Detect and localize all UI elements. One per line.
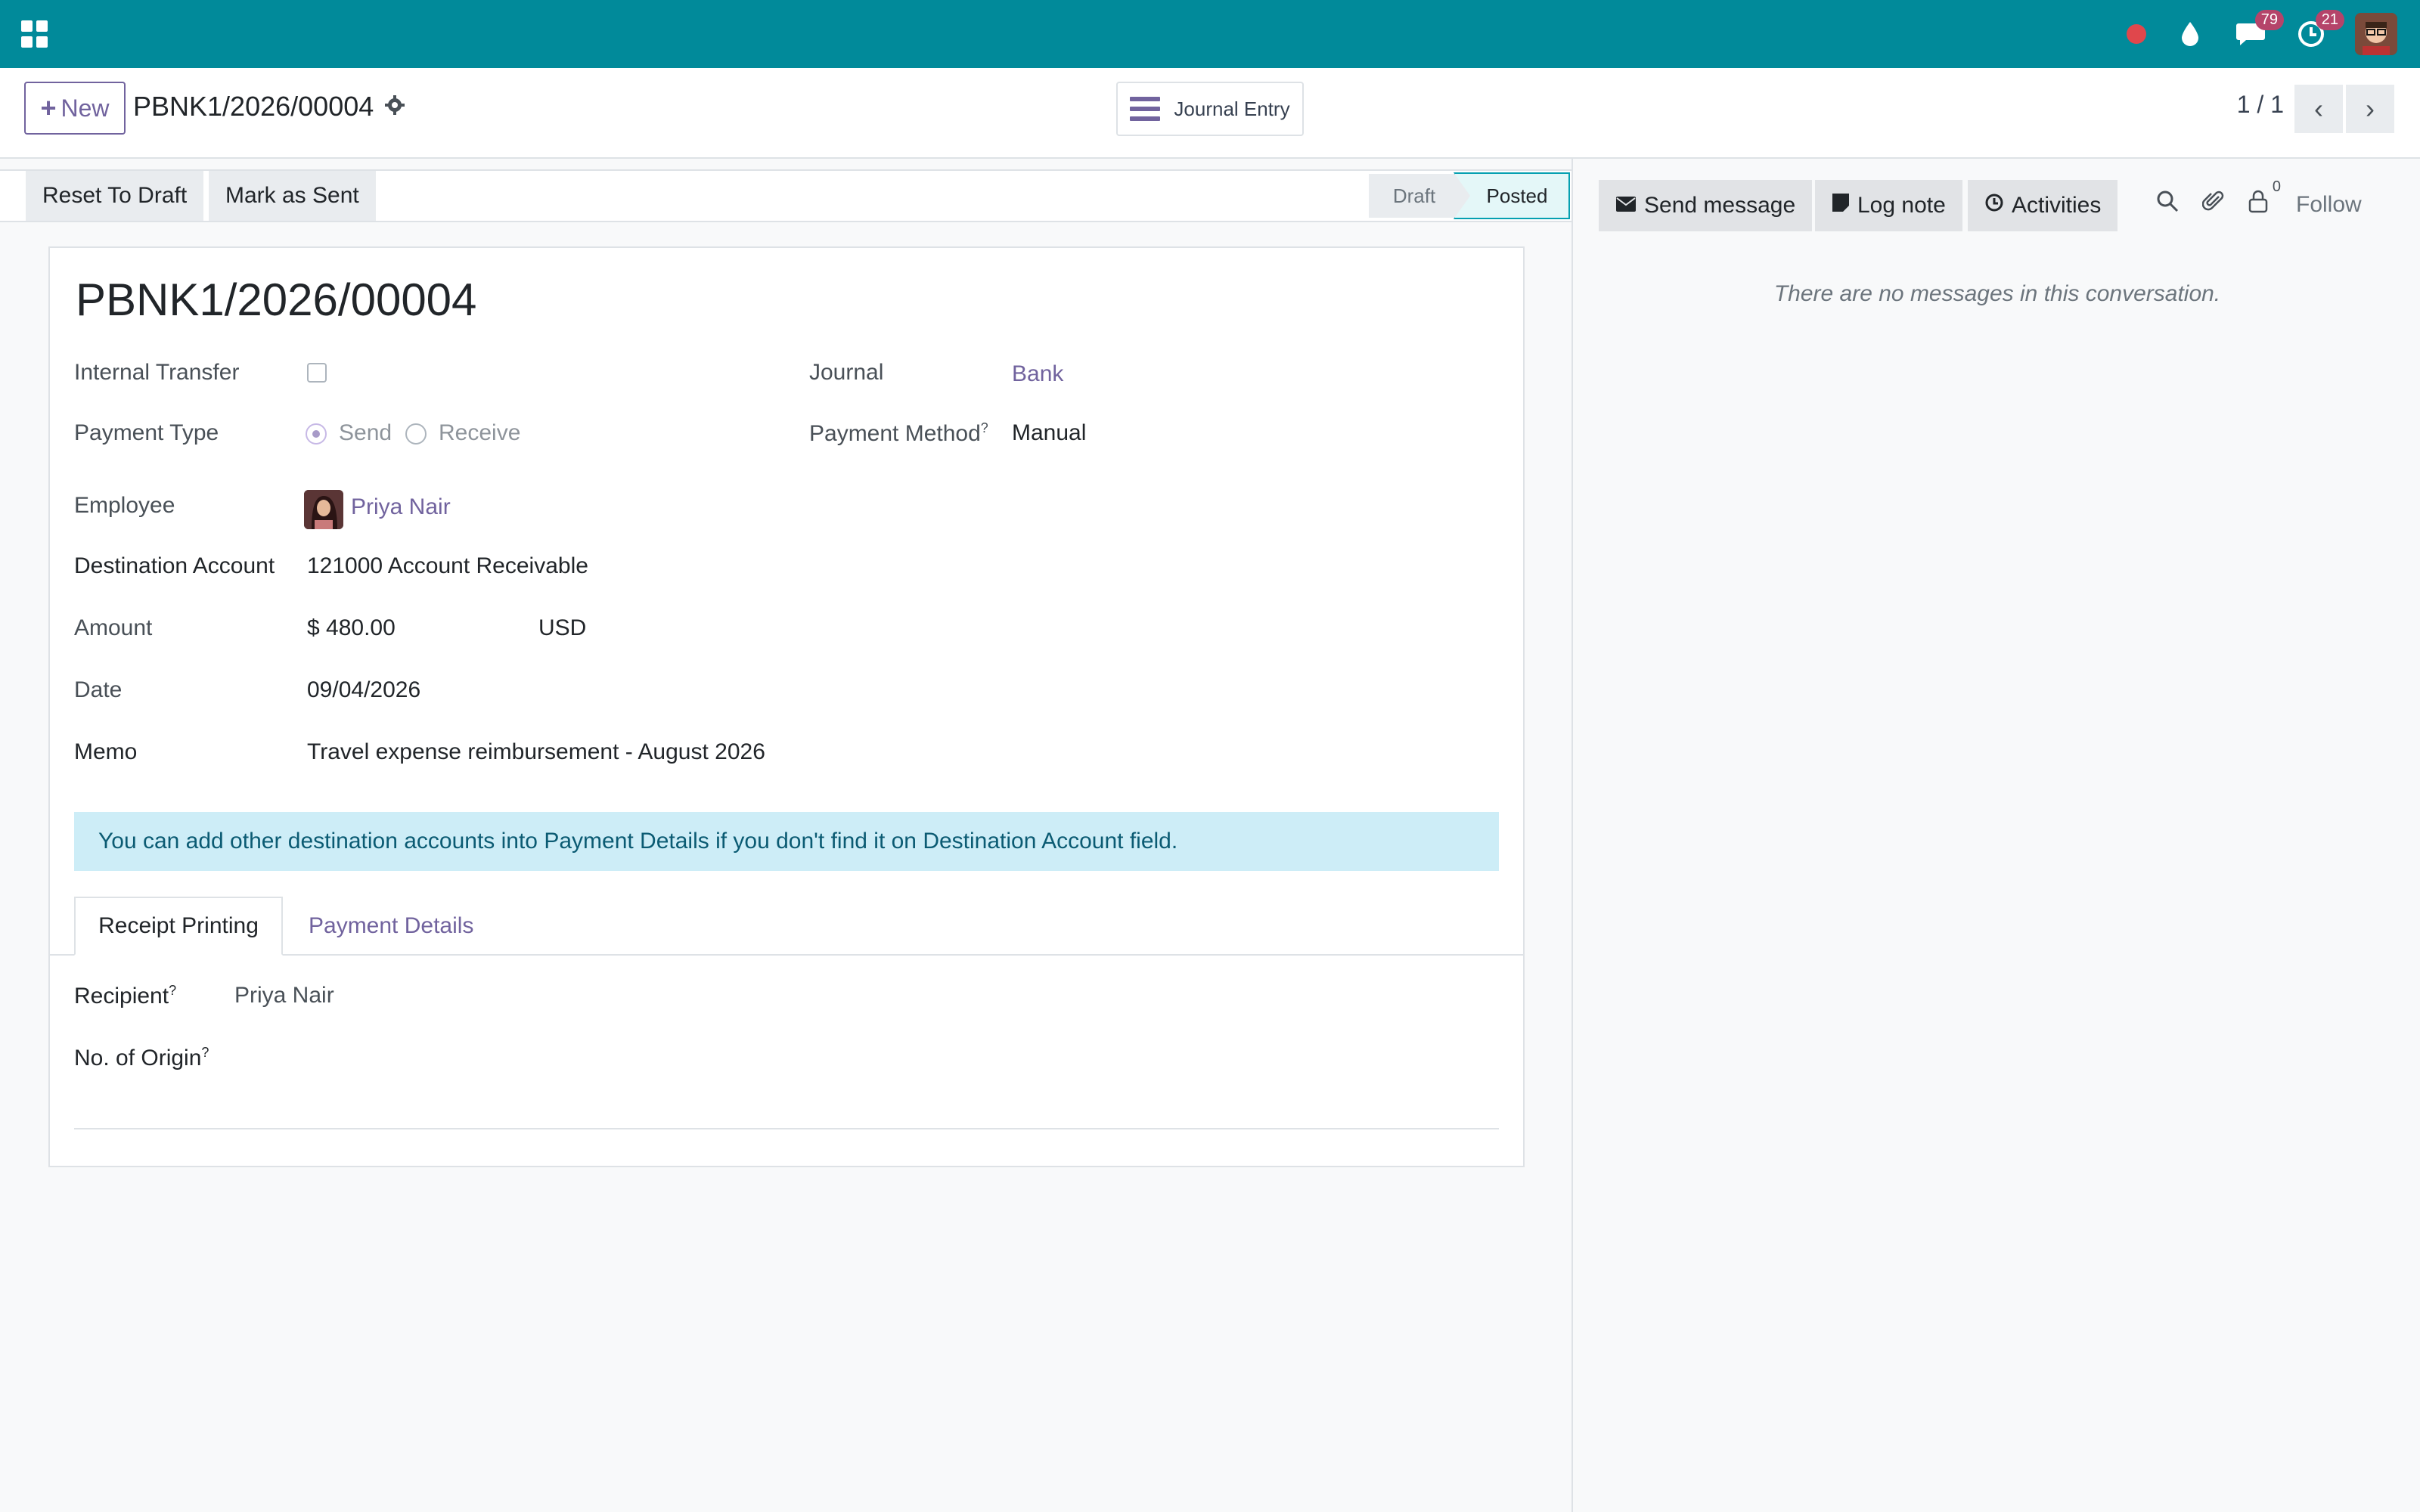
internal-transfer-label: Internal Transfer [74,360,240,385]
date-value[interactable]: 09/04/2026 [307,677,420,703]
stage-draft[interactable]: Draft [1369,174,1460,218]
amount-label: Amount [74,615,153,640]
navbar-systray: 79 21 [2127,0,2397,68]
chevron-right-icon: › [2366,93,2375,124]
pager-nav: ‹ › [2294,85,2394,133]
empty-conversation-text: There are no messages in this conversati… [1773,281,2221,306]
chevron-left-icon: ‹ [2314,93,2323,124]
journal-entry-label: Journal Entry [1174,97,1290,120]
employee-avatar [304,490,343,529]
origin-label-text: No. of Origin [74,1046,202,1070]
help-icon[interactable]: ? [169,983,176,998]
help-icon[interactable]: ? [201,1045,209,1060]
mark-as-sent-button[interactable]: Mark as Sent [209,171,376,221]
form-statusbar: Reset To Draft Mark as Sent Draft Posted [0,169,1571,222]
internal-transfer-checkbox[interactable] [307,363,327,383]
origin-label: No. of Origin? [74,1045,209,1071]
messages-badge: 79 [2254,10,2284,30]
activities-badge: 21 [2315,10,2344,30]
stage-posted[interactable]: Posted [1454,172,1570,219]
log-note-button[interactable]: Log note [1815,180,1962,231]
section-divider [74,1128,1499,1129]
log-note-label: Log note [1857,193,1946,218]
payment-type-label: Payment Type [74,420,219,445]
new-button-label: New [60,94,110,122]
payment-method-label-text: Payment Method [809,421,981,446]
next-record-button[interactable]: › [2346,85,2394,133]
journal-value[interactable]: Bank [1012,361,1063,387]
clock-icon [1984,193,2004,218]
payment-type-receive-radio[interactable] [405,423,427,445]
journal-entry-button[interactable]: Journal Entry [1116,82,1304,136]
payment-type-receive-label: Receive [439,420,521,445]
destination-account-label: Destination Account [74,553,275,578]
tab-receipt-printing[interactable]: Receipt Printing [74,897,283,956]
plus-icon: + [40,92,57,123]
messages-icon[interactable]: 79 [2234,10,2284,51]
employee-value[interactable]: Priya Nair [351,494,451,520]
top-navbar: 79 21 [0,0,2420,68]
pager-value[interactable]: 1 / 1 [2237,91,2284,119]
journal-label: Journal [809,360,884,385]
recipient-value[interactable]: Priya Nair [234,983,334,1009]
follow-button[interactable]: Follow [2296,192,2362,218]
drop-icon[interactable] [2173,17,2207,51]
activities-clock-icon[interactable]: 21 [2294,10,2344,51]
control-panel: + New PBNK1/2026/00004 Journal Entry 1 /… [0,68,2420,159]
employee-label: Employee [74,493,175,518]
previous-record-button[interactable]: ‹ [2294,85,2343,133]
amount-value[interactable]: $ 480.00 [307,615,396,641]
memo-value[interactable]: Travel expense reimbursement - August 20… [307,739,765,765]
note-icon [1832,193,1850,218]
payment-type-send-radio[interactable] [306,423,327,445]
apps-menu-icon[interactable] [21,20,48,48]
chatter-panel: Send message Log note Activities 0 Follo… [1571,159,2420,1512]
date-label: Date [74,677,123,702]
activities-button[interactable]: Activities [1968,180,2118,231]
destination-account-value[interactable]: 121000 Account Receivable [307,553,588,579]
payment-type-send-label: Send [339,420,392,445]
recording-indicator-icon[interactable] [2127,24,2146,44]
envelope-icon [1615,193,1637,218]
reset-to-draft-button[interactable]: Reset To Draft [26,171,204,221]
followers-count: 0 [2272,178,2281,195]
gear-icon[interactable] [384,91,405,122]
tab-payment-details[interactable]: Payment Details [309,897,473,956]
currency-value[interactable]: USD [538,615,586,641]
chatter-toolbar: 0 [2155,178,2281,217]
form-sheet: PBNK1/2026/00004 Internal Transfer Journ… [48,246,1525,1167]
recipient-label: Recipient? [74,983,176,1009]
user-avatar[interactable] [2355,13,2397,55]
new-button[interactable]: + New [24,82,126,135]
send-message-button[interactable]: Send message [1599,180,1813,231]
paperclip-icon[interactable] [2201,189,2225,217]
search-icon[interactable] [2155,189,2180,217]
record-title: PBNK1/2026/00004 [76,274,477,325]
payment-method-label: Payment Method? [809,420,988,447]
stage-arrow [1454,172,1470,219]
recipient-label-text: Recipient [74,984,169,1009]
send-message-label: Send message [1644,193,1796,218]
memo-label: Memo [74,739,138,764]
payment-method-value[interactable]: Manual [1012,420,1086,446]
info-alert: You can add other destination accounts i… [74,812,1499,871]
breadcrumb: PBNK1/2026/00004 [133,91,405,122]
breadcrumb-record-name: PBNK1/2026/00004 [133,91,374,122]
help-icon[interactable]: ? [981,420,988,435]
list-icon [1130,97,1161,121]
lock-icon[interactable]: 0 [2248,178,2281,217]
activities-label: Activities [2012,193,2102,218]
